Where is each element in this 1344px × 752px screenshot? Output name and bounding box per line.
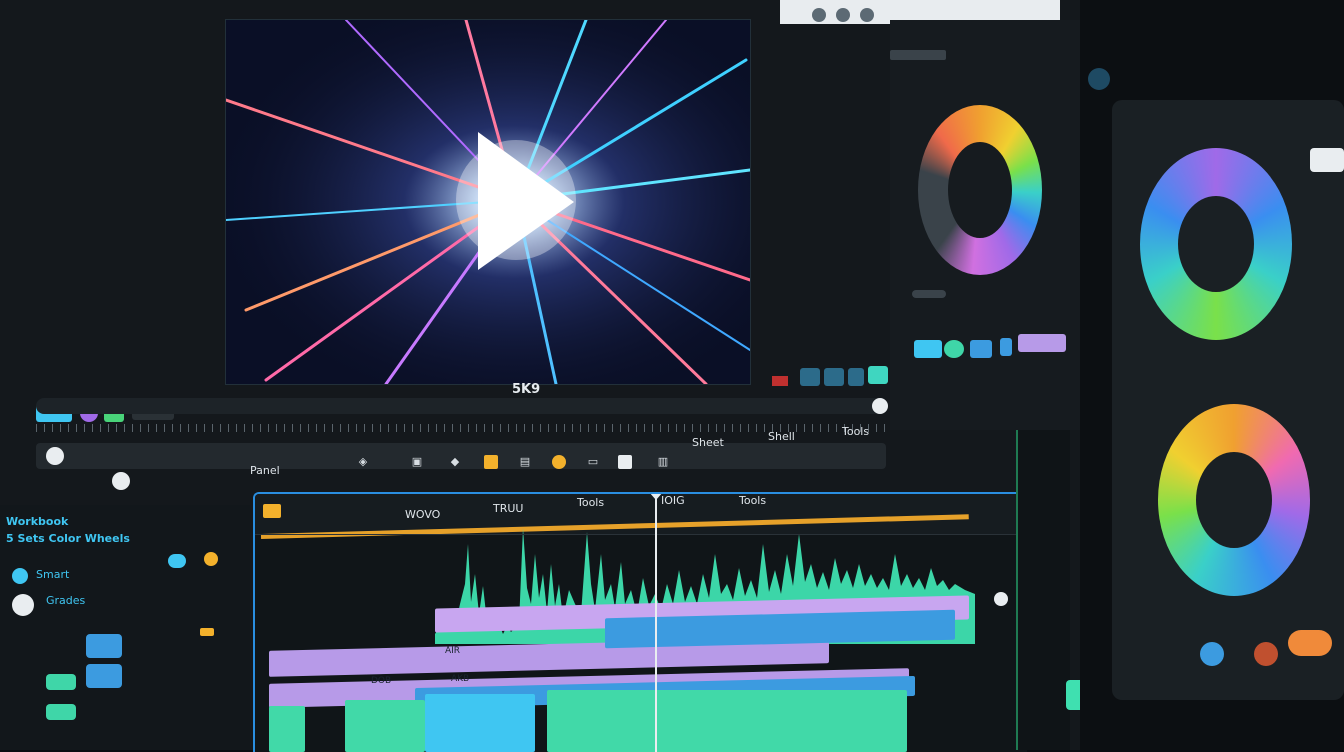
- timeline-scroll-handle[interactable]: [994, 592, 1008, 606]
- swatch-button[interactable]: [914, 340, 942, 358]
- swatch-button[interactable]: [1200, 642, 1224, 666]
- file-icon[interactable]: ▤: [518, 455, 532, 469]
- toggle-switch[interactable]: [168, 554, 186, 568]
- clip-label: DOB: [371, 676, 392, 686]
- color-wheel-center: [948, 142, 1012, 238]
- clip-label: AIR: [445, 646, 461, 656]
- track-divider: [255, 534, 1027, 535]
- clip-label: 5K9: [512, 382, 541, 397]
- ruler-label: Tools: [739, 494, 767, 507]
- panel-header: [890, 50, 946, 60]
- screen-icon[interactable]: ▭: [586, 455, 600, 469]
- option-label: Grades: [46, 594, 86, 607]
- folder-icon[interactable]: [484, 455, 498, 469]
- clip-green[interactable]: [547, 690, 907, 752]
- view-button[interactable]: [848, 368, 864, 386]
- panel-subtitle: 5 Sets Color Wheels: [6, 532, 130, 545]
- option-label: Smart: [36, 568, 70, 581]
- view-button[interactable]: [800, 368, 820, 386]
- toolbar-label[interactable]: Panel: [250, 464, 280, 477]
- clip-green[interactable]: [269, 706, 305, 752]
- accent-button[interactable]: [1288, 630, 1332, 656]
- playback-scrubber[interactable]: [36, 398, 886, 414]
- color-swatch[interactable]: [12, 594, 34, 616]
- timeline-panel[interactable]: WOVO TRUU Tools IOIG Tools AIR DOB AKB: [253, 492, 1027, 752]
- marker-icon[interactable]: ◆: [448, 455, 462, 469]
- record-icon[interactable]: [772, 376, 788, 386]
- monitor-icon[interactable]: ▥: [656, 455, 670, 469]
- swatch-button[interactable]: [1254, 642, 1278, 666]
- playhead[interactable]: [655, 494, 657, 752]
- view-button[interactable]: [868, 366, 888, 384]
- time-ruler: [36, 424, 886, 432]
- palette-icon[interactable]: [552, 455, 566, 469]
- window-control-icon[interactable]: [836, 8, 850, 22]
- clip-green[interactable]: [345, 700, 425, 752]
- toolbar-label[interactable]: Sheet: [692, 436, 724, 449]
- color-wheel-center: [1178, 196, 1254, 292]
- window-control-icon[interactable]: [812, 8, 826, 22]
- marker-icon[interactable]: [263, 504, 281, 518]
- warning-icon: [200, 628, 214, 636]
- scrubber-handle[interactable]: [872, 398, 888, 414]
- grade-button[interactable]: [46, 704, 76, 720]
- status-dot: [204, 552, 218, 566]
- swatch-button[interactable]: [1000, 338, 1012, 356]
- toolbar-toggle[interactable]: [46, 447, 64, 465]
- document-icon[interactable]: [618, 455, 632, 469]
- swatch-button[interactable]: [944, 340, 964, 358]
- view-button[interactable]: [824, 368, 844, 386]
- clip-cyan[interactable]: [425, 694, 535, 752]
- light-burst-image: [226, 20, 750, 384]
- timer-icon[interactable]: [112, 472, 130, 490]
- ruler-label: Tools: [577, 496, 605, 509]
- panel-title: Workbook: [6, 515, 69, 528]
- color-wheel-center: [1196, 452, 1272, 548]
- grade-button[interactable]: [46, 674, 76, 690]
- shield-icon[interactable]: ◈: [356, 455, 370, 469]
- status-dot: [1088, 68, 1110, 90]
- panel-button[interactable]: [1310, 148, 1344, 172]
- toolbar-label[interactable]: Tools: [842, 425, 869, 438]
- toolbar-label[interactable]: Shell: [768, 430, 795, 443]
- ruler-label: IOIG: [661, 494, 685, 507]
- video-preview[interactable]: [226, 20, 750, 384]
- window-control-icon[interactable]: [860, 8, 874, 22]
- side-meter: [1016, 425, 1070, 750]
- clip-icon[interactable]: ▣: [410, 455, 424, 469]
- swatch-button[interactable]: [970, 340, 992, 358]
- slider[interactable]: [912, 290, 946, 298]
- grade-button[interactable]: [86, 634, 122, 658]
- clip-label: AKB: [451, 674, 470, 684]
- grade-button[interactable]: [86, 664, 122, 688]
- option-radio[interactable]: [12, 568, 28, 584]
- swatch-button[interactable]: [1018, 334, 1066, 352]
